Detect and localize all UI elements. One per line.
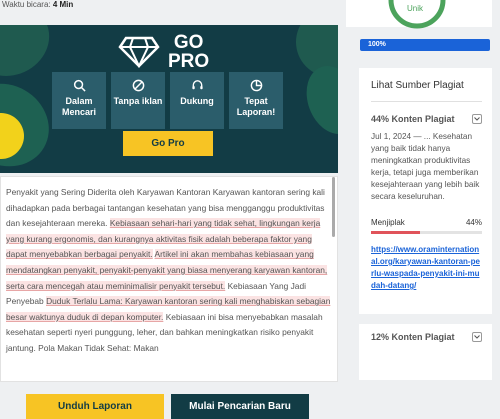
reading-time-label: Waktu bicara:: [2, 0, 51, 9]
go-pro-button[interactable]: Go Pro: [123, 131, 213, 156]
go-pro-heading: GO PRO: [118, 33, 209, 71]
headset-icon: [191, 80, 203, 90]
checked-text-area[interactable]: Penyakit yang Sering Diderita oleh Karya…: [0, 176, 338, 382]
chevron-down-icon[interactable]: [472, 114, 482, 124]
results-sidebar: Unik 100% Lihat Sumber Plagiat 44% Konte…: [346, 0, 500, 419]
feature-label: Tepat Laporan!: [236, 96, 276, 117]
match-bar: [371, 231, 482, 234]
feature-reports: Tepat Laporan!: [229, 72, 283, 129]
source-header[interactable]: 44% Konten Plagiat: [371, 114, 482, 124]
new-search-button[interactable]: Mulai Pencarian Baru: [171, 394, 309, 419]
go-pro-banner: GO PRO Dalam Mencari Tanpa iklan Dukung: [0, 25, 338, 173]
match-label: Menjiplak: [371, 218, 405, 227]
uniqueness-card: Unik: [346, 0, 492, 29]
progress-bar: 100%: [360, 39, 490, 51]
feature-search: Dalam Mencari: [52, 72, 106, 129]
plagiarism-checker-page: Waktu bicara: 4 Min GO PRO Dalam Mencari…: [0, 0, 500, 419]
scrollbar[interactable]: [332, 177, 335, 237]
match-meta: Menjiplak 44%: [371, 218, 482, 227]
chevron-down-icon[interactable]: [472, 332, 482, 342]
unique-label: Unik: [407, 4, 424, 13]
source-percentage: 44% Konten Plagiat: [371, 114, 455, 124]
feature-no-ads: Tanpa iklan: [111, 72, 165, 129]
sources-title: Lihat Sumber Plagiat: [371, 80, 482, 102]
download-report-button[interactable]: Unduh Laporan: [26, 394, 164, 419]
checked-text: Penyakit yang Sering Diderita oleh Karya…: [1, 177, 337, 357]
source-percentage: 12% Konten Plagiat: [371, 332, 455, 342]
diamond-icon: [118, 36, 160, 68]
feature-label: Dukung: [180, 96, 214, 106]
feature-support: Dukung: [170, 72, 224, 129]
match-bar-fill: [371, 231, 420, 234]
reading-time-value: 4 Min: [52, 0, 74, 9]
main-column: Waktu bicara: 4 Min GO PRO Dalam Mencari…: [0, 0, 344, 419]
feature-label: Tanpa iklan: [113, 96, 163, 106]
search-icon: [73, 79, 86, 92]
no-ads-icon: [132, 79, 144, 92]
divider: [359, 314, 492, 324]
match-percent: 44%: [465, 218, 482, 227]
source-header[interactable]: 12% Konten Plagiat: [371, 332, 482, 342]
source-snippet: Jul 1, 2024 — ... Kesehatan yang baik ti…: [371, 132, 480, 201]
go-pro-title: GO PRO: [168, 33, 209, 71]
reading-time: Waktu bicara: 4 Min: [0, 0, 340, 14]
pie-chart-icon: [250, 79, 262, 92]
go-pro-title-line1: GO: [173, 32, 204, 53]
decor-leaf: [297, 58, 338, 142]
pro-features: Dalam Mencari Tanpa iklan Dukung Tepat L…: [52, 72, 283, 129]
source-link[interactable]: https://www.oraminternational.org/karyaw…: [371, 244, 482, 292]
feature-label: Dalam Mencari: [61, 96, 96, 117]
go-pro-title-line2: PRO: [168, 51, 210, 72]
plagiarism-sources-panel: Lihat Sumber Plagiat 44% Konten Plagiat …: [359, 68, 492, 380]
